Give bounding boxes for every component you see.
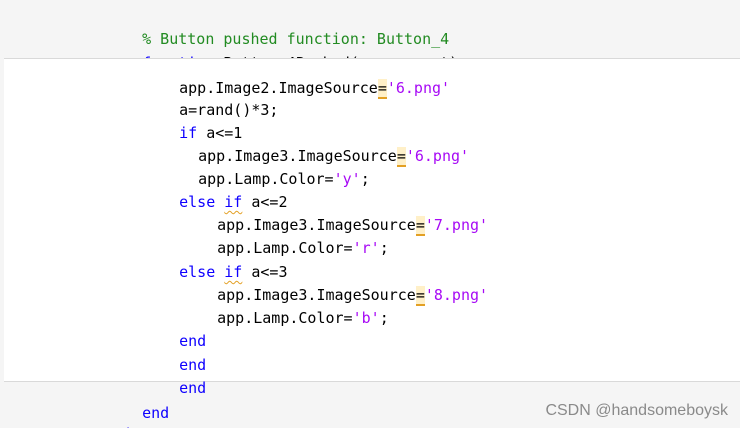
code-line-elseif-2[interactable]: else if a<=3 — [143, 242, 287, 281]
assignment-warning-marker[interactable]: = — [415, 216, 425, 236]
statement-terminator: ; — [379, 239, 389, 257]
code-line-if[interactable]: if a<=1 — [143, 103, 242, 142]
string-literal: '7.png' — [424, 216, 489, 234]
code-line-end-function[interactable]: end — [106, 383, 169, 422]
string-literal: 'y' — [333, 170, 361, 188]
code-line-end-1[interactable]: end — [143, 311, 206, 350]
end-keyword: end — [142, 404, 170, 422]
code-line-image3-source-2[interactable]: app.Image3.ImageSource='7.png' — [181, 195, 488, 236]
assignment-warning-marker[interactable]: = — [415, 286, 425, 306]
end-keyword: end — [179, 379, 207, 397]
code-line-image2-source[interactable]: app.Image2.ImageSource='6.png' — [143, 58, 450, 99]
code-line-function[interactable]: function Button_4Pushed(app, event) — [106, 33, 458, 72]
assignment-warning-marker[interactable]: = — [377, 79, 387, 99]
code-line-comment[interactable]: % Button pushed function: Button_4 — [106, 9, 449, 48]
statement-terminator: ; — [360, 170, 370, 188]
string-literal: '6.png' — [386, 79, 451, 97]
code-line-image3-source-1[interactable]: app.Image3.ImageSource='6.png' — [162, 126, 469, 167]
string-literal: '8.png' — [424, 286, 489, 304]
code-line-lamp-color-1[interactable]: app.Lamp.Color='y'; — [162, 149, 370, 188]
code-editor[interactable]: % Button pushed function: Button_4 funct… — [0, 0, 740, 428]
string-literal: '6.png' — [405, 147, 470, 165]
code-line-end-3[interactable]: end — [143, 358, 206, 397]
code-line-image3-source-3[interactable]: app.Image3.ImageSource='8.png' — [181, 265, 488, 306]
code-line-end-2[interactable]: end — [143, 335, 206, 374]
code-line-elseif-1[interactable]: else if a<=2 — [143, 172, 287, 211]
string-literal: 'b' — [352, 309, 380, 327]
statement-text: app.Lamp.Color= — [217, 309, 353, 327]
string-literal: 'r' — [352, 239, 380, 257]
code-line-lamp-color-2[interactable]: app.Lamp.Color='r'; — [181, 218, 389, 257]
watermark: CSDN @handsomeboysk — [545, 402, 728, 419]
code-line-end-methods[interactable]: end — [67, 404, 130, 428]
code-line-lamp-color-3[interactable]: app.Lamp.Color='b'; — [181, 288, 389, 327]
statement-terminator: ; — [379, 309, 389, 327]
assignment-warning-marker[interactable]: = — [396, 147, 406, 167]
code-line-rand[interactable]: a=rand()*3; — [143, 80, 278, 119]
